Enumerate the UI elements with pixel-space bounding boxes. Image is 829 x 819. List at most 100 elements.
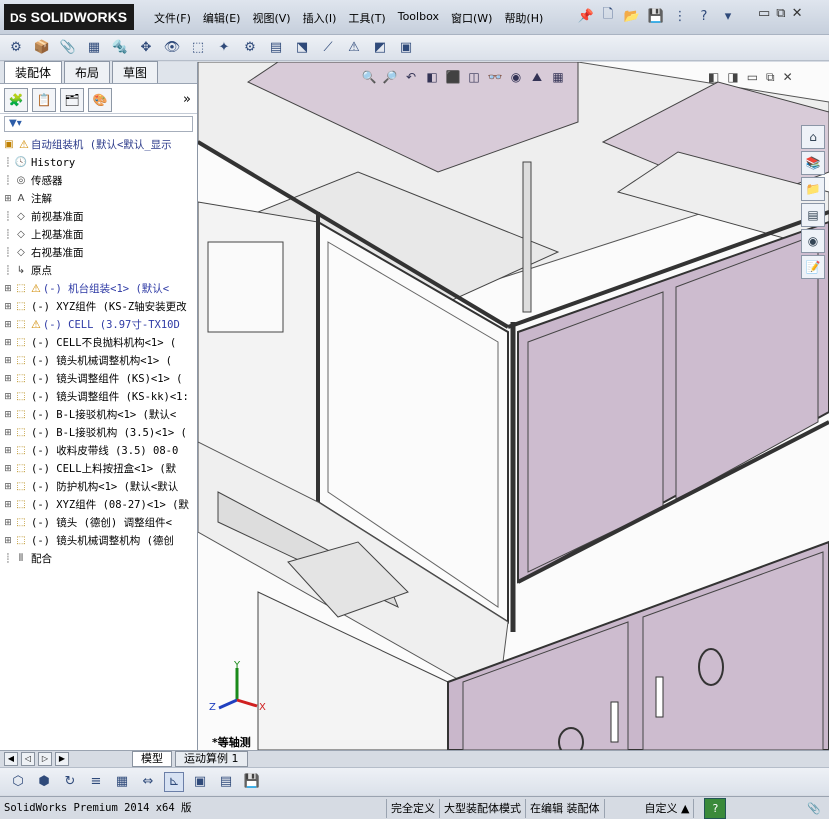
expand-icon[interactable]: ⊞ (2, 532, 14, 550)
expand-icon[interactable]: ⊞ (2, 352, 14, 370)
interference-detection-icon[interactable]: ⚠ (344, 38, 364, 58)
open-icon[interactable]: 📂 (622, 6, 642, 26)
zoom-to-area-icon[interactable]: 🔎 (381, 68, 399, 86)
tab-layout[interactable]: 布局 (64, 61, 111, 83)
expand-icon[interactable]: ⊞ (2, 460, 14, 478)
zoom-to-fit-icon[interactable]: 🔍 (360, 68, 378, 86)
tree-item[interactable]: ⊞ ⬚ (-) B-L接驳机构<1> (默认< (2, 406, 197, 424)
expand-icon[interactable]: ⊞ (2, 316, 14, 334)
tree-item[interactable]: ⊞ ⬚ (-) XYZ组件 (KS-Z轴安装更改 (2, 298, 197, 316)
explode-line-sketch-icon[interactable]: ⟋ (318, 38, 338, 58)
tree-item[interactable]: ⊞ ⬚ (-) 镜头 (德创) 调整组件< (2, 514, 197, 532)
minimize-icon[interactable]: ▭ (758, 6, 770, 21)
tree-item[interactable]: ⊞ ⬚ (-) 镜头调整组件 (KS)<1> ( (2, 370, 197, 388)
expand-icon[interactable]: ⊞ (2, 190, 14, 208)
tree-item[interactable]: ┊ ◇ 前视基准面 (2, 208, 197, 226)
home-icon[interactable]: ⌂ (801, 125, 825, 149)
save-icon[interactable]: 💾 (646, 6, 666, 26)
revolve-icon[interactable]: ↻ (60, 772, 80, 792)
menu-insert[interactable]: 插入(I) (297, 8, 343, 28)
close-icon[interactable]: ✕ (792, 6, 803, 21)
expand-icon[interactable]: ⊞ (2, 478, 14, 496)
tree-item[interactable]: ┊ ◇ 上视基准面 (2, 226, 197, 244)
tree-item[interactable]: ⊞ ⬚ (-) CELL不良抛料机构<1> ( (2, 334, 197, 352)
expand-icon[interactable]: ⊞ (2, 496, 14, 514)
tree-item[interactable]: ⊞ ⬚ (-) 镜头机械调整机构 (德创 (2, 532, 197, 550)
configuration-manager-icon[interactable]: 🗂 (60, 87, 84, 112)
apply-scene-icon[interactable]: ⛰ (528, 68, 546, 86)
tab-sketch[interactable]: 草图 (112, 61, 159, 83)
rebuild-status-icon[interactable]: 📎 (807, 802, 821, 815)
view-orientation-icon[interactable]: ⬛ (444, 68, 462, 86)
options-icon[interactable]: ▾ (718, 6, 738, 26)
help-status-icon[interactable]: ? (704, 797, 727, 819)
expand-icon[interactable]: ⊞ (2, 298, 14, 316)
tree-item[interactable]: ⊞ A 注解 (2, 190, 197, 208)
tree-item[interactable]: ┊ ↳ 原点 (2, 262, 197, 280)
tree-item[interactable]: ⊞ ⬚ (-) CELL上料按扭盒<1> (默 (2, 460, 197, 478)
section-view-icon[interactable]: ◧ (423, 68, 441, 86)
tree-item[interactable]: ⊞ ⬚ (-) 镜头机械调整机构<1> ( (2, 352, 197, 370)
bill-of-materials-icon[interactable]: ▤ (266, 38, 286, 58)
view-palette-icon[interactable]: ▤ (801, 203, 825, 227)
expand-icon[interactable]: ⊞ (2, 388, 14, 406)
tree-item[interactable]: ┊ ◎ 传感器 (2, 172, 197, 190)
move-component-icon[interactable]: ✥ (136, 38, 156, 58)
status-units[interactable]: 自定义 ▲ (605, 798, 695, 818)
last-tab-icon[interactable]: ▶ (55, 751, 69, 766)
tab-model[interactable]: 模型 (132, 750, 172, 767)
file-explorer-icon[interactable]: 📁 (801, 177, 825, 201)
tree-item[interactable]: ⊞ ⬚ (-) 收料皮带线 (3.5) 08-0 (2, 442, 197, 460)
property-manager-icon[interactable]: 📋 (32, 87, 56, 112)
table-icon[interactable]: ▤ (216, 772, 236, 792)
graphics-area[interactable] (198, 62, 829, 750)
tree-item[interactable]: ┊ ⫴ 配合 (2, 550, 197, 568)
print-icon[interactable]: ⋮ (670, 6, 690, 26)
viewport-right-icon[interactable]: ◨ (727, 70, 738, 85)
menu-view[interactable]: 视图(V) (246, 8, 296, 28)
menu-help[interactable]: 帮助(H) (498, 8, 549, 28)
feature-manager-icon[interactable]: 🧩 (4, 87, 28, 112)
custom-properties-icon[interactable]: 📝 (801, 255, 825, 279)
menu-edit[interactable]: 编辑(E) (197, 8, 247, 28)
grid-icon[interactable]: ▦ (112, 772, 132, 792)
expand-icon[interactable]: ⊞ (2, 406, 14, 424)
tree-item[interactable]: ┊ ◇ 右视基准面 (2, 244, 197, 262)
tab-assembly[interactable]: 装配体 (4, 61, 63, 83)
appearances-icon[interactable]: ◉ (801, 229, 825, 253)
expand-icon[interactable]: ⊞ (2, 442, 14, 460)
axes-icon[interactable]: ⊾ (164, 771, 184, 792)
cube-view-icon[interactable]: ▣ (190, 772, 210, 792)
hide-show-icon[interactable]: 👓 (486, 68, 504, 86)
show-hidden-icon[interactable]: 👁 (162, 38, 182, 58)
edit-appearance-icon[interactable]: ◉ (507, 68, 525, 86)
smart-fasteners-icon[interactable]: 🔩 (110, 38, 130, 58)
sketch-icon[interactable]: ⬡ (8, 772, 28, 792)
expand-icon[interactable]: ⊞ (2, 280, 14, 298)
menu-window[interactable]: 窗口(W) (445, 8, 498, 28)
new-motion-study-icon[interactable]: ⚙ (240, 38, 260, 58)
prev-tab-icon[interactable]: ◁ (21, 751, 35, 766)
tree-item[interactable]: ┊ 🕓 History (2, 154, 197, 172)
expand-panel-icon[interactable]: » (183, 92, 191, 107)
linear-pattern-icon[interactable]: ▦ (84, 38, 104, 58)
menu-toolbox[interactable]: Toolbox (392, 8, 445, 28)
new-document-icon[interactable]: 🗋 (598, 6, 618, 26)
instant3d-icon[interactable]: ◩ (370, 38, 390, 58)
edit-component-icon[interactable]: ⚙ (6, 38, 26, 58)
save-view-icon[interactable]: 💾 (242, 772, 262, 792)
expand-icon[interactable]: ⊞ (2, 370, 14, 388)
viewport-left-icon[interactable]: ◧ (708, 70, 719, 85)
restore-icon[interactable]: ⧉ (776, 6, 785, 21)
viewport-close-icon[interactable]: ✕ (783, 70, 793, 85)
design-library-icon[interactable]: 📚 (801, 151, 825, 175)
view-settings-icon[interactable]: ▦ (549, 68, 567, 86)
reference-geometry-icon[interactable]: ✦ (214, 38, 234, 58)
model-viewport[interactable] (198, 62, 829, 750)
hatch-icon[interactable]: ≡ (86, 772, 106, 792)
tree-item[interactable]: ⊞ ⬚ (-) B-L接驳机构 (3.5)<1> ( (2, 424, 197, 442)
exploded-view-icon[interactable]: ⬔ (292, 38, 312, 58)
rebuild-icon[interactable]: ▣ (396, 38, 416, 58)
mate-icon[interactable]: 📎 (58, 38, 78, 58)
dimension-icon[interactable]: ⇔ (138, 772, 158, 792)
